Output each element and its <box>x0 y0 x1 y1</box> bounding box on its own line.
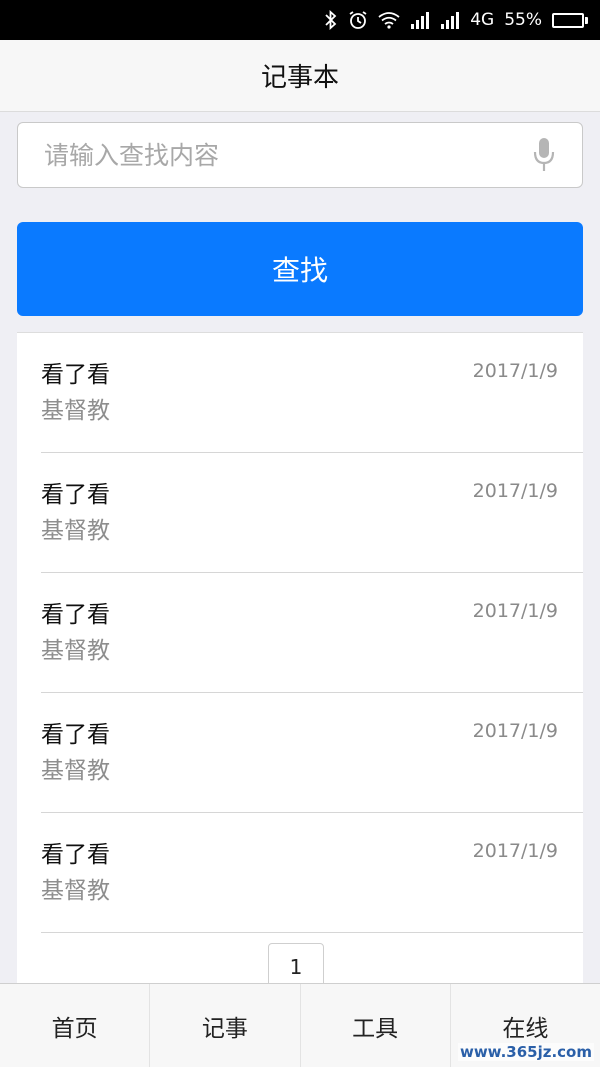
microphone-icon[interactable] <box>524 135 564 175</box>
battery-percent: 55% <box>504 10 542 30</box>
tab-tools[interactable]: 工具 <box>301 984 451 1067</box>
status-bar: 4G 55% <box>0 0 600 40</box>
battery-icon <box>552 12 588 28</box>
signal-icon <box>410 11 430 29</box>
list-item[interactable]: 看了看 基督教 2017/1/9 <box>41 333 583 453</box>
note-title: 看了看 <box>41 482 110 508</box>
note-date: 2017/1/9 <box>472 360 558 382</box>
note-title: 看了看 <box>41 722 110 748</box>
app-header: 记事本 <box>0 40 600 112</box>
tab-home[interactable]: 首页 <box>0 984 151 1067</box>
notes-list: 看了看 基督教 2017/1/9 看了看 基督教 2017/1/9 看了看 基督… <box>17 332 583 1012</box>
note-date: 2017/1/9 <box>472 480 558 502</box>
list-item[interactable]: 看了看 基督教 2017/1/9 <box>41 813 583 933</box>
tab-notes[interactable]: 记事 <box>150 984 301 1067</box>
network-type: 4G <box>470 10 495 30</box>
note-subtitle: 基督教 <box>41 878 110 904</box>
note-title: 看了看 <box>41 842 110 868</box>
note-subtitle: 基督教 <box>41 398 110 424</box>
list-item[interactable]: 看了看 基督教 2017/1/9 <box>41 573 583 693</box>
wifi-icon <box>378 11 400 29</box>
note-date: 2017/1/9 <box>472 720 558 742</box>
watermark: www.365jz.com <box>457 1043 594 1061</box>
list-item[interactable]: 看了看 基督教 2017/1/9 <box>41 693 583 813</box>
search-button[interactable]: 查找 <box>17 222 583 316</box>
search-box <box>17 122 583 188</box>
search-input[interactable] <box>18 139 524 171</box>
bluetooth-icon <box>324 10 338 30</box>
note-date: 2017/1/9 <box>472 840 558 862</box>
alarm-icon <box>348 10 368 30</box>
note-subtitle: 基督教 <box>41 518 110 544</box>
note-title: 看了看 <box>41 362 110 388</box>
note-date: 2017/1/9 <box>472 600 558 622</box>
note-title: 看了看 <box>41 602 110 628</box>
list-item[interactable]: 看了看 基督教 2017/1/9 <box>41 453 583 573</box>
signal-icon <box>440 11 460 29</box>
note-subtitle: 基督教 <box>41 758 110 784</box>
page-title: 记事本 <box>260 63 339 93</box>
note-subtitle: 基督教 <box>41 638 110 664</box>
